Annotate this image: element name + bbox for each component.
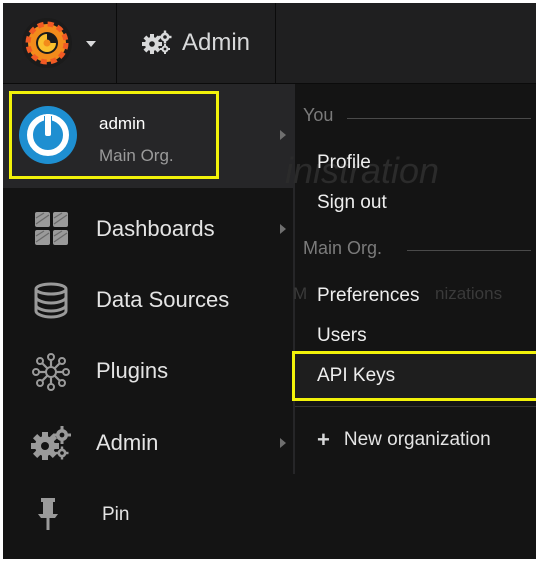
breadcrumb-label: Admin (181, 29, 251, 56)
divider (295, 406, 536, 407)
plugins-icon (32, 353, 70, 391)
chevron-right-icon (280, 438, 286, 448)
divider (407, 250, 531, 251)
menu-item-api-keys[interactable]: API Keys (317, 365, 395, 387)
chevron-down-icon (86, 41, 96, 47)
new-organization-label: New organization (343, 429, 491, 450)
database-icon (34, 282, 68, 319)
chevron-right-icon (280, 224, 286, 234)
background-text: M (293, 284, 308, 303)
background-text: nizations (435, 284, 503, 303)
sidebar: admin Main Org. Dashboards Data Sources … (3, 84, 293, 559)
breadcrumb-admin[interactable]: Admin (117, 3, 276, 83)
new-organization-button[interactable]: + New organization (317, 427, 491, 453)
grafana-logo-icon (22, 18, 72, 68)
sidebar-item-plugins[interactable]: Plugins (3, 336, 293, 406)
dropdown-section-you: You (303, 105, 334, 125)
top-navbar: Admin (3, 3, 536, 84)
sidebar-item-label: Pin (102, 504, 130, 525)
chevron-right-icon (280, 130, 286, 140)
menu-item-sign-out[interactable]: Sign out (317, 192, 387, 214)
sidebar-item-label: Admin (96, 430, 159, 455)
sidebar-item-admin[interactable]: Admin (3, 408, 293, 478)
sidebar-item-pin[interactable]: Pin (3, 480, 293, 550)
menu-item-preferences[interactable]: Preferences (317, 285, 419, 307)
sidebar-item-label: Data Sources (96, 287, 230, 312)
dropdown-section-org: Main Org. (303, 238, 383, 258)
sidebar-item-data-sources[interactable]: Data Sources (3, 265, 293, 335)
pin-icon (38, 498, 58, 530)
dashboards-grid-icon (35, 212, 68, 245)
user-highlight-box (9, 91, 219, 179)
divider (347, 118, 531, 119)
sidebar-user-menu[interactable]: admin Main Org. (3, 84, 293, 188)
menu-item-profile[interactable]: Profile (317, 152, 371, 174)
grafana-window: Admin admin Main Org. Dashboards Data So… (3, 3, 536, 559)
plus-icon: + (317, 427, 330, 452)
grafana-menu-toggle[interactable] (3, 3, 117, 83)
sidebar-item-label: Plugins (96, 358, 169, 383)
gears-icon (141, 30, 172, 54)
sidebar-item-dashboards[interactable]: Dashboards (3, 194, 293, 264)
sidebar-item-label: Dashboards (96, 216, 215, 241)
menu-item-users[interactable]: Users (317, 325, 367, 347)
gears-icon (31, 426, 71, 460)
user-dropdown-menu: inistration M nizations You Profile Sign… (285, 84, 536, 474)
